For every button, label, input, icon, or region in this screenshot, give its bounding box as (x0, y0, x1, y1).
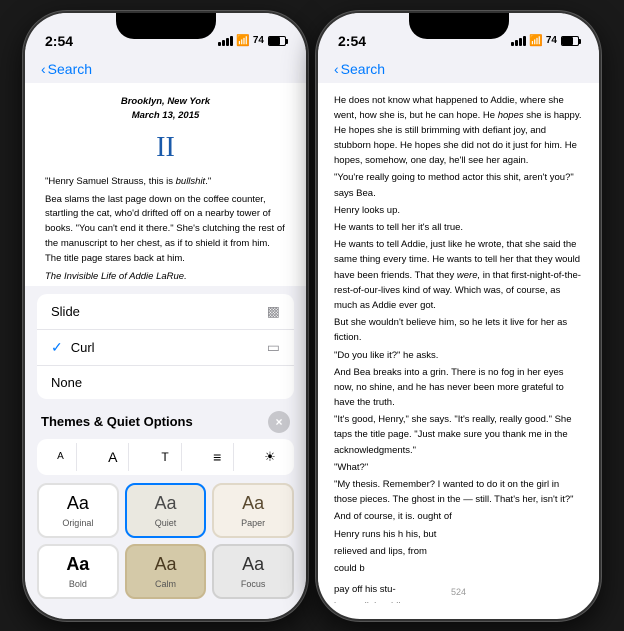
bottom-panel: Slide ▩ ✓ Curl ▭ None Themes & Quiet Opt… (25, 286, 306, 619)
right-battery-label: 74 (546, 35, 557, 46)
right-status-icons: 📶 74 (511, 34, 579, 47)
check-icon: ✓ (51, 339, 63, 356)
left-book-content: Brooklyn, New York March 13, 2015 II "He… (25, 83, 306, 303)
right-para-6: "Do you like it?" he asks. (334, 348, 583, 363)
focus-aa: Aa (242, 554, 264, 575)
original-label: Original (62, 518, 93, 528)
spacing-button[interactable]: ≡ (202, 443, 234, 471)
theme-original[interactable]: Aa Original (37, 483, 119, 538)
left-nav-bar: ‹ Search (25, 57, 306, 83)
paper-aa: Aa (242, 493, 264, 514)
page-number: 524 (451, 587, 466, 597)
curl-label: Curl (71, 340, 267, 355)
right-para-14: could b (334, 561, 583, 576)
themes-title: Themes & Quiet Options (41, 414, 193, 429)
book-para-1: Bea slams the last page down on the coff… (45, 193, 286, 267)
right-para-12: Henry runs his h his, but (334, 527, 583, 542)
right-nav-bar: ‹ Search (318, 57, 599, 83)
right-para-5: But she wouldn't believe him, so he lets… (334, 315, 583, 345)
small-a-icon: A (57, 451, 64, 462)
right-time: 2:54 (338, 33, 366, 49)
right-para-2: Henry looks up. (334, 203, 583, 218)
theme-paper[interactable]: Aa Paper (212, 483, 294, 538)
battery-icon (268, 36, 286, 46)
left-chevron-icon: ‹ (41, 61, 46, 77)
none-option[interactable]: None (37, 366, 294, 399)
theme-bold[interactable]: Aa Bold (37, 544, 119, 599)
quiet-aa: Aa (154, 493, 176, 514)
paper-label: Paper (241, 518, 265, 528)
right-para-16: icate a little while (334, 599, 583, 602)
close-icon: × (275, 415, 282, 429)
right-notch (409, 13, 509, 39)
left-time: 2:54 (45, 33, 73, 49)
right-para-10: "My thesis. Remember? I wanted to do it … (334, 477, 583, 507)
right-signal-icon (511, 36, 526, 46)
right-para-11: And of course, it is. ought of (334, 509, 583, 524)
phones-container: 2:54 📶 74 ‹ Search (23, 11, 601, 621)
calm-label: Calm (155, 579, 176, 589)
right-status-bar: 2:54 📶 74 (318, 13, 599, 57)
right-phone: 2:54 📶 74 ‹ Search (316, 11, 601, 621)
right-wifi-icon: 📶 (529, 34, 543, 47)
right-para-1: "You're really going to method actor thi… (334, 170, 583, 200)
close-button[interactable]: × (268, 411, 290, 433)
bold-aa: Aa (66, 554, 89, 575)
quiet-label: Quiet (155, 518, 177, 528)
book-chapter: II (45, 127, 286, 169)
slide-label: Slide (51, 304, 80, 319)
calm-aa: Aa (154, 554, 176, 575)
notch (116, 13, 216, 39)
book-location: Brooklyn, New York March 13, 2015 (45, 95, 286, 124)
increase-font-button[interactable]: A (97, 443, 129, 471)
right-para-8: "It's good, Henry," she says. "It's real… (334, 412, 583, 458)
right-para-0: He does not know what happened to Addie,… (334, 93, 583, 169)
wifi-icon: 📶 (236, 34, 250, 47)
theme-focus[interactable]: Aa Focus (212, 544, 294, 599)
left-status-icons: 📶 74 (218, 34, 286, 47)
book-para-2: The Invisible Life of Addie LaRue. (45, 270, 286, 285)
theme-quiet[interactable]: Aa Quiet (125, 483, 207, 538)
right-book-content: He does not know what happened to Addie,… (318, 83, 599, 603)
none-label: None (51, 375, 82, 390)
right-para-9: "What?" (334, 460, 583, 475)
right-back-button[interactable]: ‹ Search (334, 61, 385, 77)
decrease-font-button[interactable]: A (45, 443, 77, 471)
slide-option[interactable]: Slide ▩ (37, 294, 294, 330)
font-controls: A A T ≡ ☀ (37, 439, 294, 475)
transition-menu: Slide ▩ ✓ Curl ▭ None (37, 294, 294, 399)
focus-label: Focus (241, 579, 266, 589)
brightness-button[interactable]: ☀ (254, 443, 286, 471)
right-para-4: He wants to tell Addie, just like he wro… (334, 237, 583, 313)
font-select-button[interactable]: T (150, 443, 182, 471)
signal-icon (218, 36, 233, 46)
right-para-3: He wants to tell her it's all true. (334, 220, 583, 235)
original-aa: Aa (67, 493, 89, 514)
right-para-13: relieved and lips, from (334, 544, 583, 559)
spacing-icon: ≡ (213, 449, 221, 465)
themes-header: Themes & Quiet Options × (37, 407, 294, 439)
left-back-label: Search (48, 61, 92, 77)
right-back-label: Search (341, 61, 385, 77)
book-para-0: "Henry Samuel Strauss, this is bullshit.… (45, 175, 286, 190)
right-para-7: And Bea breaks into a grin. There is no … (334, 365, 583, 411)
curl-icon: ▭ (267, 339, 280, 356)
theme-grid: Aa Original Aa Quiet Aa Paper Aa Bold Aa (37, 483, 294, 599)
left-phone: 2:54 📶 74 ‹ Search (23, 11, 308, 621)
curl-option[interactable]: ✓ Curl ▭ (37, 330, 294, 366)
right-battery-icon (561, 36, 579, 46)
left-status-bar: 2:54 📶 74 (25, 13, 306, 57)
slide-icon: ▩ (267, 303, 280, 320)
large-a-icon: A (108, 449, 117, 465)
brightness-icon: ☀ (264, 449, 276, 465)
theme-calm[interactable]: Aa Calm (125, 544, 207, 599)
right-chevron-icon: ‹ (334, 61, 339, 77)
left-back-button[interactable]: ‹ Search (41, 61, 92, 77)
font-type-icon: T (161, 450, 168, 464)
battery-label: 74 (253, 35, 264, 46)
bold-label: Bold (69, 579, 87, 589)
